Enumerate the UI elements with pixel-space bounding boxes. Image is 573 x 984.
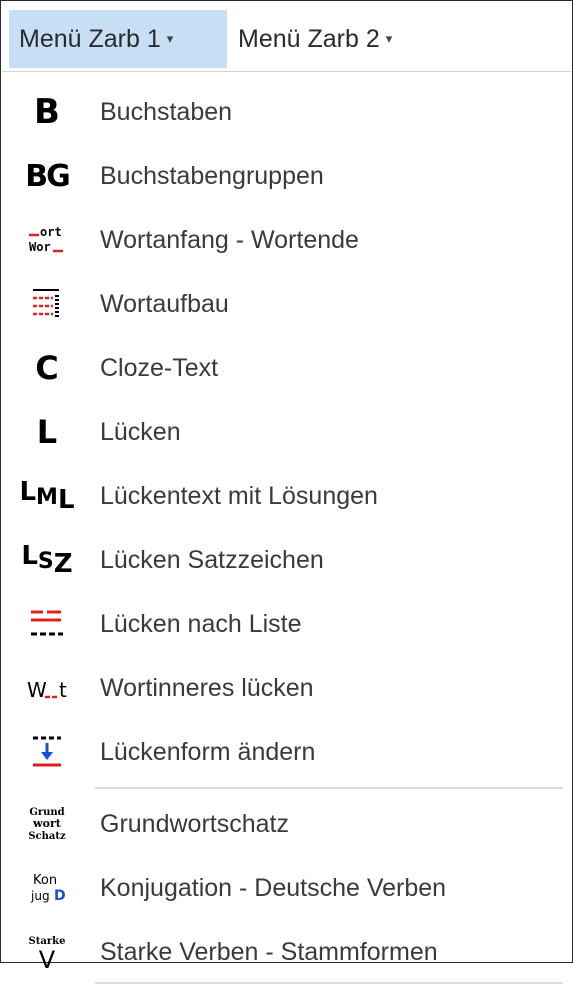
svg-text:V: V xyxy=(39,946,56,972)
menu-item-starke-verben[interactable]: Starke V Starke Verben - Stammformen xyxy=(2,920,571,984)
svg-text:Wor: Wor xyxy=(29,240,51,254)
tab-menu-zarb-2[interactable]: Menü Zarb 2 ▾ xyxy=(228,10,460,68)
conjugation-icon: Kon jug D xyxy=(14,856,80,920)
menu-item-label: Buchstaben xyxy=(100,97,233,126)
menu-item-luecken-nach-liste[interactable]: Lücken nach Liste xyxy=(2,592,571,656)
svg-text:wort: wort xyxy=(32,817,62,830)
menu-item-luecken-satzzeichen[interactable]: LSZ Lücken Satzzeichen xyxy=(2,528,571,592)
tab-label: Menü Zarb 2 xyxy=(238,24,380,53)
menu-item-label: Wortinneres lücken xyxy=(100,673,314,702)
menu-item-label: Lücken nach Liste xyxy=(100,609,302,638)
letter-b-icon: B xyxy=(34,92,60,132)
dropdown-menu: B Buchstaben BG Buchstabengruppen ort Wo… xyxy=(2,71,571,984)
menu-item-label: Lücken Satzzeichen xyxy=(100,545,324,574)
menu-item-label: Starke Verben - Stammformen xyxy=(100,937,438,966)
letter-c-icon: C xyxy=(35,349,59,387)
letter-group-icon: BG xyxy=(25,158,70,194)
gap-text-solutions-icon: LML xyxy=(19,477,75,515)
word-inner-gap-icon: W t xyxy=(14,656,80,720)
menu-item-label: Lückentext mit Lösungen xyxy=(100,481,378,510)
menu-item-wortanfang-wortende[interactable]: ort Wor Wortanfang - Wortende xyxy=(2,208,571,272)
svg-text:jug: jug xyxy=(30,889,50,903)
svg-text:ort: ort xyxy=(40,225,62,239)
basic-vocabulary-icon: Grund wort Schatz xyxy=(14,792,80,856)
tab-menu-zarb-1[interactable]: Menü Zarb 1 ▾ xyxy=(9,10,227,68)
menu-item-label: Lücken xyxy=(100,417,181,446)
menu-item-label: Wortanfang - Wortende xyxy=(100,225,359,254)
menu-item-buchstaben[interactable]: B Buchstaben xyxy=(2,80,571,144)
strong-verbs-icon: Starke V xyxy=(14,920,80,984)
menu-item-label: Grundwortschatz xyxy=(100,809,289,838)
menu-item-konjugation[interactable]: Kon jug D Konjugation - Deutsche Verben xyxy=(2,856,571,920)
svg-text:t: t xyxy=(59,678,67,702)
gap-list-icon xyxy=(14,592,80,656)
menu-item-luecken[interactable]: L Lücken xyxy=(2,400,571,464)
gap-form-change-icon xyxy=(14,720,80,784)
svg-text:W: W xyxy=(27,678,47,702)
tab-label: Menü Zarb 1 xyxy=(19,24,161,53)
word-start-end-icon: ort Wor xyxy=(14,208,80,272)
menu-item-wortinneres-luecken[interactable]: W t Wortinneres lücken xyxy=(2,656,571,720)
menu-item-label: Cloze-Text xyxy=(100,353,219,382)
chevron-down-icon: ▾ xyxy=(385,31,393,46)
chevron-down-icon: ▾ xyxy=(166,31,174,46)
gap-punctuation-icon: LSZ xyxy=(21,541,73,579)
svg-text:D: D xyxy=(54,888,66,904)
menu-separator xyxy=(95,787,563,789)
menu-item-label: Wortaufbau xyxy=(100,289,229,318)
letter-l-icon: L xyxy=(36,413,58,451)
word-structure-icon xyxy=(14,272,80,336)
menu-item-grundwortschatz[interactable]: Grund wort Schatz Grundwortschatz xyxy=(2,792,571,856)
menu-item-wortaufbau[interactable]: Wortaufbau xyxy=(2,272,571,336)
svg-text:Schatz: Schatz xyxy=(28,831,66,842)
menu-window: Menü Zarb 1 ▾ Menü Zarb 2 ▾ B Buchstaben… xyxy=(0,0,573,984)
menu-item-buchstabengruppen[interactable]: BG Buchstabengruppen xyxy=(2,144,571,208)
menu-item-lueckentext-mit-loesungen[interactable]: LML Lückentext mit Lösungen xyxy=(2,464,571,528)
menu-item-label: Konjugation - Deutsche Verben xyxy=(100,873,447,902)
menu-item-label: Lückenform ändern xyxy=(100,737,316,766)
menu-item-lueckenform-aendern[interactable]: Lückenform ändern xyxy=(2,720,571,784)
menu-item-cloze-text[interactable]: C Cloze-Text xyxy=(2,336,571,400)
svg-text:Kon: Kon xyxy=(33,873,57,888)
menu-item-label: Buchstabengruppen xyxy=(100,161,324,190)
